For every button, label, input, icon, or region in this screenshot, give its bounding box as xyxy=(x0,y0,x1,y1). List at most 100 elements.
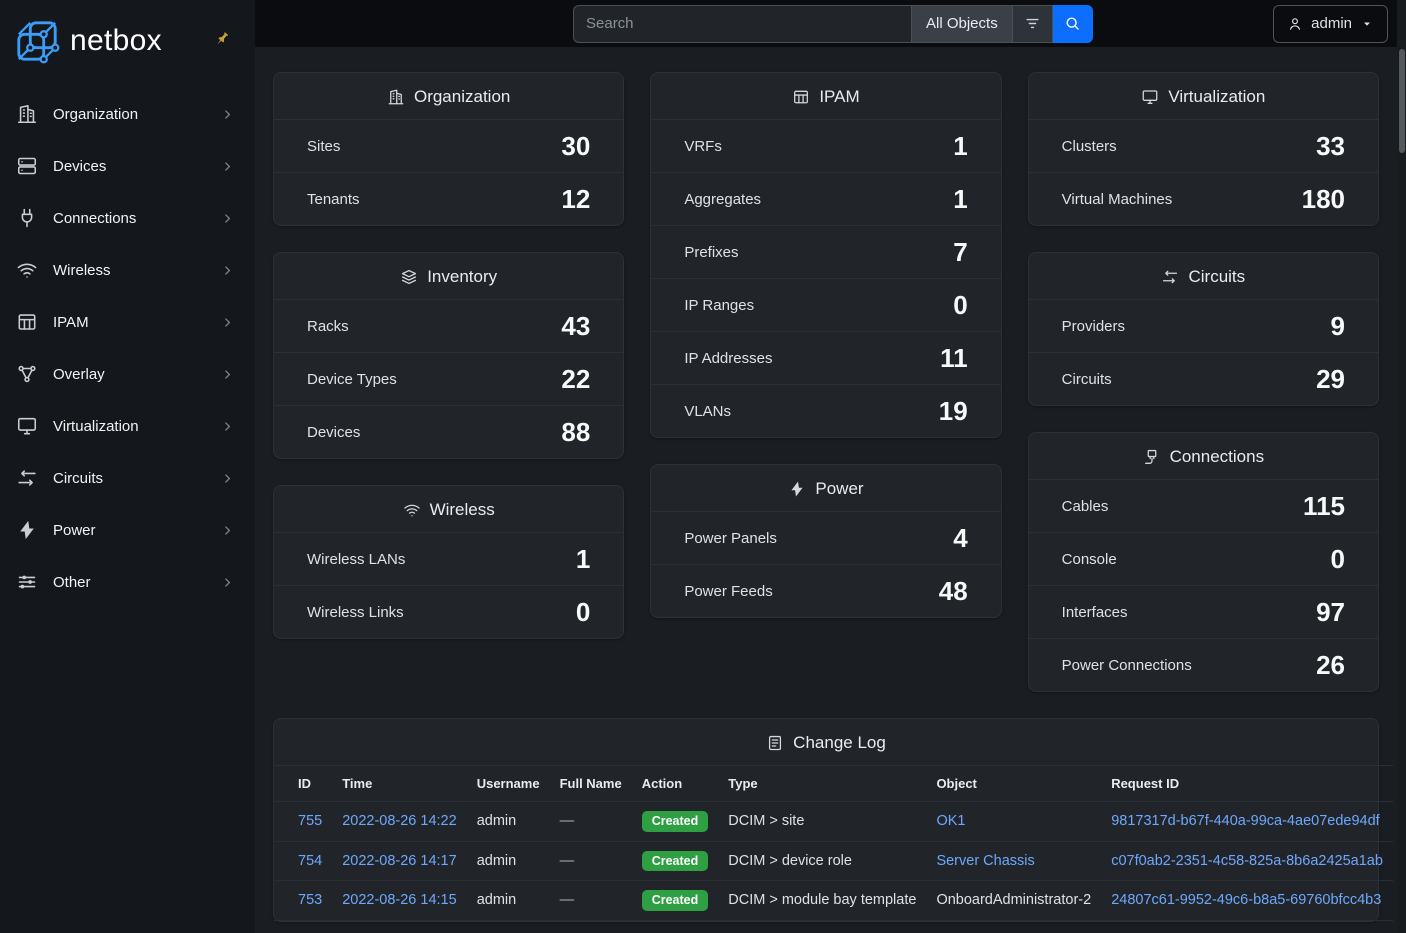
card-header-circuits: Circuits xyxy=(1029,253,1378,299)
stat-value[interactable]: 115 xyxy=(1303,491,1345,522)
transit-icon xyxy=(16,467,38,489)
change-time-link[interactable]: 2022-08-26 14:17 xyxy=(342,853,457,869)
chevron-right-icon xyxy=(220,315,235,330)
sidebar-item-ipam[interactable]: IPAM xyxy=(0,296,255,348)
dashboard-column: IPAMVRFs1Aggregates1Prefixes7IP Ranges0I… xyxy=(650,72,1001,692)
stat-value[interactable]: 1 xyxy=(953,131,967,162)
stat-row-devices: Devices88 xyxy=(274,405,623,458)
card-title: Wireless xyxy=(430,500,495,520)
scrollbar[interactable] xyxy=(1397,0,1406,933)
request-id-link[interactable]: 9817317d-b67f-440a-99ca-4ae07ede94df xyxy=(1111,813,1379,829)
sidebar-item-wireless[interactable]: Wireless xyxy=(0,244,255,296)
card-header-inventory: Inventory xyxy=(274,253,623,299)
change-type: DCIM > module bay template xyxy=(728,892,916,908)
action-badge: Created xyxy=(642,851,709,872)
sidebar-item-label: IPAM xyxy=(53,314,89,331)
change-id-link[interactable]: 755 xyxy=(298,813,322,829)
changelog-row: 7542022-08-26 14:17admin—CreatedDCIM > d… xyxy=(274,841,1393,881)
plug-icon xyxy=(16,207,38,229)
search-button[interactable] xyxy=(1053,5,1093,43)
stat-value[interactable]: 19 xyxy=(939,396,968,427)
sidebar-item-organization[interactable]: Organization xyxy=(0,88,255,140)
sidebar-item-other[interactable]: Other xyxy=(0,556,255,608)
stat-row-device-types: Device Types22 xyxy=(274,352,623,405)
stat-value[interactable]: 88 xyxy=(561,417,590,448)
layers-icon xyxy=(400,268,418,286)
stat-label: VLANs xyxy=(684,403,731,420)
card-change-log: Change Log IDTimeUsernameFull NameAction… xyxy=(273,718,1379,922)
request-id-link[interactable]: 24807c61-9952-49c6-b8a5-69760bfcc4b3 xyxy=(1111,892,1381,908)
stat-value[interactable]: 0 xyxy=(1331,544,1345,575)
change-time-link[interactable]: 2022-08-26 14:22 xyxy=(342,813,457,829)
sidebar-item-circuits[interactable]: Circuits xyxy=(0,452,255,504)
chevron-right-icon xyxy=(220,367,235,382)
chevron-right-icon xyxy=(220,419,235,434)
stat-value[interactable]: 11 xyxy=(940,343,968,374)
scrollbar-thumb[interactable] xyxy=(1399,49,1405,153)
stat-value[interactable]: 97 xyxy=(1316,597,1345,628)
stat-value[interactable]: 22 xyxy=(561,364,590,395)
stat-value[interactable]: 1 xyxy=(953,184,967,215)
user-icon xyxy=(1287,16,1303,32)
stat-value[interactable]: 12 xyxy=(561,184,590,215)
user-name: admin xyxy=(1311,15,1352,32)
card-wireless: WirelessWireless LANs1Wireless Links0 xyxy=(273,485,624,639)
stat-row-power-panels: Power Panels4 xyxy=(651,511,1000,564)
sidebar-item-connections[interactable]: Connections xyxy=(0,192,255,244)
change-id-link[interactable]: 753 xyxy=(298,892,322,908)
stat-label: Interfaces xyxy=(1062,604,1128,621)
stat-value[interactable]: 26 xyxy=(1316,650,1345,681)
object-type-dropdown[interactable]: All Objects xyxy=(911,5,1013,43)
card-header-power: Power xyxy=(651,465,1000,511)
object-link[interactable]: Server Chassis xyxy=(936,853,1034,869)
changelog-icon xyxy=(766,734,784,752)
stat-label: Wireless LANs xyxy=(307,551,405,568)
dashboard: OrganizationSites30Tenants12InventoryRac… xyxy=(255,47,1406,933)
sidebar-item-label: Overlay xyxy=(53,366,105,383)
stat-row-vrfs: VRFs1 xyxy=(651,119,1000,172)
sidebar-item-virtualization[interactable]: Virtualization xyxy=(0,400,255,452)
stat-value[interactable]: 30 xyxy=(561,131,590,162)
stat-label: Cables xyxy=(1062,498,1109,515)
sidebar-item-overlay[interactable]: Overlay xyxy=(0,348,255,400)
card-header-ipam: IPAM xyxy=(651,73,1000,119)
card-title: Circuits xyxy=(1188,267,1245,287)
column-header-action: Action xyxy=(632,766,719,802)
stat-value[interactable]: 0 xyxy=(953,290,967,321)
cell-time: 2022-08-26 14:17 xyxy=(332,841,467,881)
sidebar-item-power[interactable]: Power xyxy=(0,504,255,556)
stat-value[interactable]: 1 xyxy=(576,544,590,575)
sidebar-item-devices[interactable]: Devices xyxy=(0,140,255,192)
request-id-link[interactable]: c07f0ab2-2351-4c58-825a-8b6a2425a1ab xyxy=(1111,853,1383,869)
cell-time: 2022-08-26 14:22 xyxy=(332,802,467,842)
cell-full-name: — xyxy=(550,841,632,881)
stat-label: IP Ranges xyxy=(684,297,754,314)
dashboard-grid: OrganizationSites30Tenants12InventoryRac… xyxy=(273,72,1379,692)
filter-button[interactable] xyxy=(1013,5,1053,43)
search-input[interactable] xyxy=(573,5,911,43)
change-time-link[interactable]: 2022-08-26 14:15 xyxy=(342,892,457,908)
stat-value[interactable]: 180 xyxy=(1302,184,1345,215)
app: netbox OrganizationDevicesConnectionsWir… xyxy=(0,0,1406,933)
cell-type: DCIM > device role xyxy=(718,841,926,881)
user-menu-button[interactable]: admin xyxy=(1273,5,1388,43)
card-circuits: CircuitsProviders9Circuits29 xyxy=(1028,252,1379,406)
stat-value[interactable]: 4 xyxy=(953,523,967,554)
cell-action: Created xyxy=(632,841,719,881)
object-link[interactable]: OK1 xyxy=(936,813,965,829)
stat-value[interactable]: 9 xyxy=(1331,311,1345,342)
pin-sidebar-icon[interactable] xyxy=(213,30,231,48)
stat-value[interactable]: 43 xyxy=(561,311,590,342)
stat-row-vlans: VLANs 19 xyxy=(651,384,1000,437)
cell-object: OK1 xyxy=(926,802,1101,842)
stat-value[interactable]: 0 xyxy=(576,597,590,628)
dashboard-column: OrganizationSites30Tenants12InventoryRac… xyxy=(273,72,624,692)
change-id-link[interactable]: 754 xyxy=(298,853,322,869)
stat-value[interactable]: 29 xyxy=(1316,364,1345,395)
cell-full-name: — xyxy=(550,881,632,921)
stat-value[interactable]: 7 xyxy=(953,237,967,268)
stat-value[interactable]: 33 xyxy=(1316,131,1345,162)
card-organization: OrganizationSites30Tenants12 xyxy=(273,72,624,226)
sidebar-item-label: Other xyxy=(53,574,91,591)
stat-value[interactable]: 48 xyxy=(939,576,968,607)
